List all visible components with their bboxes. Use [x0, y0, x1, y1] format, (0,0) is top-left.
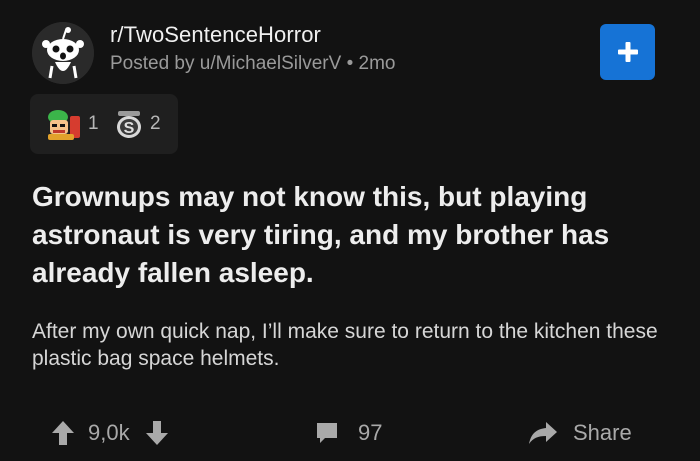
svg-text:S: S: [124, 120, 135, 137]
share-label: Share: [573, 419, 632, 445]
vote-group: 9,0k: [50, 410, 170, 455]
post-meta: Posted by u/MichaelSilverV • 2mo: [110, 53, 395, 75]
downvote-arrow-icon[interactable]: [144, 419, 170, 447]
vote-score: 9,0k: [88, 419, 130, 445]
share-arrow-icon: [529, 421, 557, 444]
silver-coin-icon: S: [117, 111, 141, 138]
share-button[interactable]: Share: [528, 410, 632, 455]
plus-icon: [617, 42, 638, 62]
subreddit-avatar[interactable]: [32, 22, 94, 84]
subreddit-name[interactable]: r/TwoSentenceHorror: [110, 22, 321, 48]
comments-button[interactable]: 97: [314, 410, 382, 455]
action-bar: 9,0k 97 Share: [0, 410, 700, 455]
join-button[interactable]: [600, 24, 655, 80]
comment-bubble-icon: [317, 422, 337, 443]
snoo-icon: [32, 22, 94, 84]
meta-separator: •: [346, 53, 354, 74]
chef-award-icon: [48, 110, 80, 140]
posted-by-link[interactable]: Posted by u/MichaelSilverV: [110, 53, 341, 74]
post-body: After my own quick nap, I’ll make sure t…: [32, 320, 658, 370]
awards-bar[interactable]: 1 S 2: [30, 94, 178, 154]
post-age: 2mo: [358, 53, 396, 74]
award-count: 2: [150, 113, 161, 134]
post-header: r/TwoSentenceHorror Posted by u/MichaelS…: [30, 14, 670, 84]
comment-count: 97: [358, 419, 383, 445]
post-title: Grownups may not know this, but playing …: [32, 181, 610, 288]
award-count: 1: [88, 113, 99, 134]
upvote-arrow-icon[interactable]: [50, 419, 76, 447]
